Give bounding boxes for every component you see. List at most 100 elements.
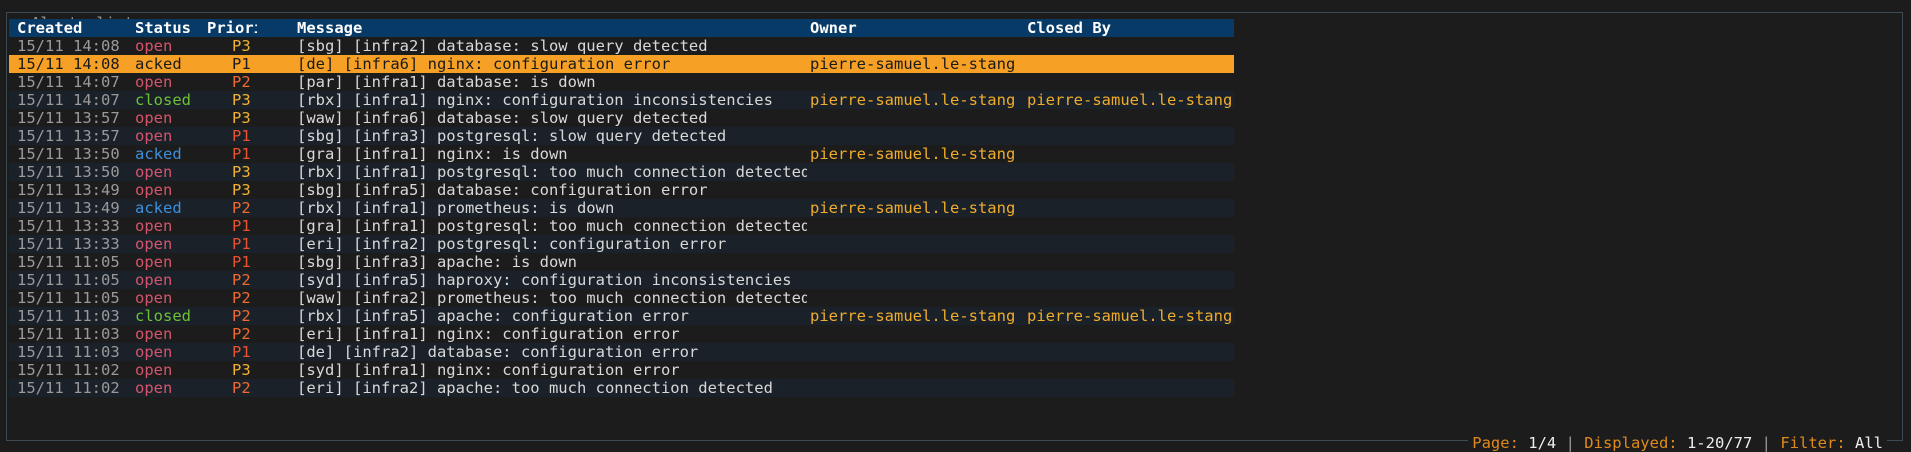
owner-cell <box>810 361 1020 379</box>
created-cell: 15/11 11:05 <box>17 253 120 271</box>
header-message[interactable]: Message <box>297 19 807 37</box>
header-created[interactable]: Created <box>17 19 131 37</box>
table-row[interactable]: 15/11 11:05 open P2 [waw] [infra2] promethe… <box>9 289 1234 307</box>
status-cell: open <box>135 181 173 199</box>
filter-label: Filter: <box>1780 434 1846 452</box>
owner-cell <box>810 109 1020 127</box>
created-cell: 15/11 11:02 <box>17 379 120 397</box>
table-row[interactable]: 15/11 11:02 open P3 [syd] [infra1] nginx: c… <box>9 361 1234 379</box>
header-closed-by[interactable]: Closed By <box>1027 19 1237 37</box>
closed-by-cell <box>1027 217 1237 235</box>
created-cell: 15/11 13:49 <box>17 181 120 199</box>
priority-cell: P2 <box>232 379 251 397</box>
message-cell: [rbx] [infra5] apache: configuration err… <box>297 307 689 325</box>
table-row[interactable]: 15/11 14:07 open P2 [par] [infra1] database… <box>9 73 1234 91</box>
status-cell: open <box>135 37 173 55</box>
status-cell: open <box>135 343 173 361</box>
created-cell: 15/11 14:08 <box>17 37 120 55</box>
created-cell: 15/11 13:50 <box>17 145 120 163</box>
status-cell: open <box>135 271 173 289</box>
message-cell: [eri] [infra2] apache: too much connecti… <box>297 379 773 397</box>
status-cell: open <box>135 109 173 127</box>
owner-cell <box>810 37 1020 55</box>
priority-cell: P2 <box>232 307 251 325</box>
created-cell: 15/11 14:07 <box>17 73 120 91</box>
status-cell: open <box>135 73 173 91</box>
message-cell: [sbg] [infra5] database: configuration e… <box>297 181 708 199</box>
table-row[interactable]: 15/11 13:49 open P3 [sbg] [infra5] database… <box>9 181 1234 199</box>
message-cell: [waw] [infra6] database: slow query dete… <box>297 109 708 127</box>
table-row[interactable]: 15/11 14:08 acked P1 [de] [infra6] nginx: c… <box>9 55 1234 73</box>
message-cell: [rbx] [infra1] postgresql: too much conn… <box>297 163 807 181</box>
closed-by-cell <box>1027 163 1237 181</box>
status-cell: open <box>135 325 173 343</box>
message-cell: [de] [infra6] nginx: configuration error <box>297 55 671 73</box>
created-cell: 15/11 13:50 <box>17 163 120 181</box>
created-cell: 15/11 13:49 <box>17 199 120 217</box>
priority-cell: P3 <box>232 109 251 127</box>
priority-cell: P1 <box>232 145 251 163</box>
message-cell: [de] [infra2] database: configuration er… <box>297 343 699 361</box>
priority-cell: P1 <box>232 235 251 253</box>
table-row[interactable]: 15/11 13:57 open P1 [sbg] [infra3] postgres… <box>9 127 1234 145</box>
priority-cell: P3 <box>232 91 251 109</box>
displayed-value: 1-20/77 <box>1686 434 1753 452</box>
message-cell: [rbx] [infra1] prometheus: is down <box>297 199 615 217</box>
owner-cell <box>810 343 1020 361</box>
closed-by-cell <box>1027 145 1237 163</box>
status-bar: Page: 1/4 | Displayed: 1-20/77 | Filter:… <box>1468 434 1887 452</box>
owner-cell: pierre-samuel.le-stang <box>810 307 1016 325</box>
header-status[interactable]: Status <box>135 19 205 37</box>
message-cell: [sbg] [infra3] postgresql: slow query de… <box>297 127 727 145</box>
priority-cell: P2 <box>232 271 251 289</box>
message-cell: [eri] [infra1] nginx: configuration erro… <box>297 325 680 343</box>
table-row[interactable]: 15/11 13:57 open P3 [waw] [infra6] database… <box>9 109 1234 127</box>
created-cell: 15/11 11:05 <box>17 289 120 307</box>
filter-value: All <box>1855 434 1883 452</box>
created-cell: 15/11 13:33 <box>17 235 120 253</box>
closed-by-cell <box>1027 289 1237 307</box>
header-owner[interactable]: Owner <box>810 19 1020 37</box>
separator: | <box>1761 434 1771 452</box>
closed-by-cell <box>1027 55 1237 73</box>
owner-cell <box>810 163 1020 181</box>
message-cell: [par] [infra1] database: is down <box>297 73 596 91</box>
owner-cell <box>810 73 1020 91</box>
closed-by-cell <box>1027 343 1237 361</box>
priority-cell: P1 <box>232 55 251 73</box>
table-row[interactable]: 15/11 11:03 open P2 [eri] [infra1] nginx: c… <box>9 325 1234 343</box>
closed-by-cell: pierre-samuel.le-stang <box>1027 307 1233 325</box>
closed-by-cell <box>1027 325 1237 343</box>
message-cell: [gra] [infra1] nginx: is down <box>297 145 568 163</box>
created-cell: 15/11 13:57 <box>17 127 120 145</box>
priority-cell: P2 <box>232 199 251 217</box>
created-cell: 15/11 11:03 <box>17 325 120 343</box>
owner-cell: pierre-samuel.le-stang <box>810 55 1016 73</box>
status-cell: open <box>135 235 173 253</box>
table-row[interactable]: 15/11 11:05 open P1 [sbg] [infra3] apache: … <box>9 253 1234 271</box>
closed-by-cell <box>1027 271 1237 289</box>
created-cell: 15/11 11:03 <box>17 343 120 361</box>
priority-cell: P2 <box>232 325 251 343</box>
table-row[interactable]: 15/11 14:08 open P3 [sbg] [infra2] database… <box>9 37 1234 55</box>
table-row[interactable]: 15/11 14:07 closed P3 [rbx] [infra1] nginx:… <box>9 91 1234 109</box>
table-row[interactable]: 15/11 11:02 open P2 [eri] [infra2] apache: … <box>9 379 1234 397</box>
owner-cell: pierre-samuel.le-stang <box>810 91 1016 109</box>
table-row[interactable]: 15/11 13:50 open P3 [rbx] [infra1] postgres… <box>9 163 1234 181</box>
header-priority[interactable]: Priority <box>207 19 257 37</box>
table-row[interactable]: 15/11 11:03 open P1 [de] [infra2] database:… <box>9 343 1234 361</box>
table-row[interactable]: 15/11 13:33 open P1 [gra] [infra1] postgres… <box>9 217 1234 235</box>
status-cell: open <box>135 163 173 181</box>
table-row[interactable]: 15/11 11:03 closed P2 [rbx] [infra5] apache… <box>9 307 1234 325</box>
owner-cell: pierre-samuel.le-stang <box>810 199 1016 217</box>
table-row[interactable]: 15/11 13:50 acked P1 [gra] [infra1] nginx: … <box>9 145 1234 163</box>
closed-by-cell <box>1027 379 1237 397</box>
status-cell: acked <box>135 145 182 163</box>
owner-cell <box>810 289 1020 307</box>
page-label: Page: <box>1472 434 1519 452</box>
owner-cell <box>810 217 1020 235</box>
table-row[interactable]: 15/11 13:33 open P1 [eri] [infra2] postgres… <box>9 235 1234 253</box>
table-row[interactable]: 15/11 13:49 acked P2 [rbx] [infra1] prometh… <box>9 199 1234 217</box>
status-cell: open <box>135 127 173 145</box>
table-row[interactable]: 15/11 11:05 open P2 [syd] [infra5] haproxy:… <box>9 271 1234 289</box>
